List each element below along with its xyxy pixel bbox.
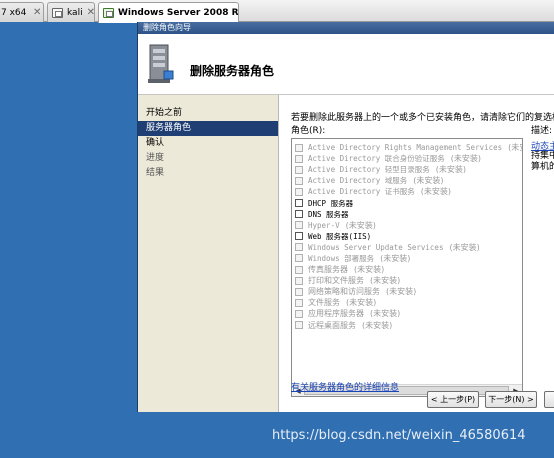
role-item[interactable]: Web 服务器(IIS) <box>292 231 522 242</box>
role-status: (未安装) <box>508 143 522 153</box>
role-checkbox <box>295 221 303 230</box>
vm-tab-icon <box>52 7 63 18</box>
role-item[interactable]: DNS 服务器 <box>292 209 522 220</box>
role-checkbox[interactable] <box>295 210 303 219</box>
role-status: (未安装) <box>413 176 444 186</box>
vm-tab-bar: 7 x64 ✕ kali ✕ Windows Server 2008 R2 ..… <box>0 0 554 23</box>
page-title: 删除服务器角色 <box>190 64 275 78</box>
role-label: Active Directory 证书服务 <box>308 187 415 197</box>
wizard-header: 删除服务器角色 <box>138 34 554 95</box>
step-progress: 进度 <box>146 153 165 163</box>
window-title: 删除角色向导 <box>138 22 554 34</box>
tab-label: Windows Server 2008 R2 ... <box>118 8 239 18</box>
tab-kali[interactable]: kali ✕ <box>47 2 95 22</box>
role-status: (未安装) <box>346 298 377 308</box>
description-text: 持集中 算机的 <box>531 151 554 172</box>
role-label: Active Directory Rights Management Servi… <box>308 143 503 153</box>
server-icon <box>148 44 174 83</box>
role-checkbox[interactable] <box>295 232 303 241</box>
role-checkbox <box>295 143 303 152</box>
role-checkbox <box>295 309 303 318</box>
role-item: Active Directory 域服务 (未安装) <box>292 175 522 186</box>
wizard-content: 若要删除此服务器上的一个或多个已安装角色，请清除它们的复选框。 角色(R): 描… <box>278 95 554 412</box>
close-icon[interactable]: ✕ <box>29 7 41 18</box>
step-confirmation[interactable]: 确认 <box>138 136 278 151</box>
tab-label: 7 x64 <box>1 7 27 18</box>
role-label: Active Directory 域服务 <box>308 176 408 186</box>
role-item: Active Directory 联合身份验证服务 (未安装) <box>292 153 522 164</box>
role-item[interactable]: DHCP 服务器 <box>292 197 522 208</box>
role-status: (未安装) <box>386 287 417 297</box>
role-item: 网络策略和访问服务 (未安装) <box>292 286 522 297</box>
role-item: Active Directory 轻型目录服务 (未安装) <box>292 164 522 175</box>
role-label: Windows 部署服务 <box>308 253 375 263</box>
cut-off-button[interactable] <box>544 391 554 408</box>
wizard-steps: 开始之前 服务器角色 确认 进度 结果 <box>138 95 278 412</box>
role-label: DNS 服务器 <box>308 209 349 219</box>
role-item: 文件服务 (未安装) <box>292 297 522 308</box>
role-item: 远程桌面服务 (未安装) <box>292 320 522 331</box>
role-item: Hyper-V (未安装) <box>292 220 522 231</box>
roles-list: Active Directory Rights Management Servi… <box>292 139 522 384</box>
role-status: (未安装) <box>380 253 411 263</box>
role-item: Windows Server Update Services (未安装) <box>292 242 522 253</box>
role-status: (未安装) <box>449 242 480 252</box>
role-label: DHCP 服务器 <box>308 198 354 208</box>
role-status: (未安装) <box>345 220 376 230</box>
role-checkbox <box>295 165 303 174</box>
role-label: Windows Server Update Services <box>308 242 444 252</box>
step-before-you-begin[interactable]: 开始之前 <box>138 106 278 121</box>
role-label: Active Directory 联合身份验证服务 <box>308 154 445 164</box>
role-label: 应用程序服务器 <box>308 309 364 319</box>
role-checkbox[interactable] <box>295 199 303 208</box>
role-checkbox <box>295 176 303 185</box>
instruction-text: 若要删除此服务器上的一个或多个已安装角色，请清除它们的复选框。 <box>291 113 554 123</box>
role-status: (未安装) <box>354 265 385 275</box>
role-label: 文件服务 <box>308 298 340 308</box>
vm-running-icon <box>103 8 114 18</box>
watermark: https://blog.csdn.net/weixin_46580614 <box>272 428 526 443</box>
role-checkbox <box>295 254 303 263</box>
role-status: (未安装) <box>362 320 393 330</box>
description-label: 描述: <box>531 126 553 136</box>
role-status: (未安装) <box>370 309 401 319</box>
button-bar: < 上一步(P) 下一步(N) > <box>279 391 554 412</box>
close-icon[interactable]: ✕ <box>83 7 94 18</box>
role-checkbox <box>295 154 303 163</box>
role-status: (未安装) <box>435 165 467 175</box>
role-label: Hyper-V <box>308 220 340 230</box>
role-label: 传真服务器 <box>308 265 348 275</box>
role-checkbox <box>295 276 303 285</box>
role-item: Active Directory Rights Management Servi… <box>292 142 522 153</box>
role-label: 网络策略和访问服务 <box>308 287 380 297</box>
role-label: 打印和文件服务 <box>308 276 364 286</box>
role-label: Active Directory 轻型目录服务 <box>308 165 430 175</box>
tab-label: kali <box>67 7 83 18</box>
role-item: 传真服务器 (未安装) <box>292 264 522 275</box>
role-checkbox <box>295 287 303 296</box>
step-server-roles[interactable]: 服务器角色 <box>138 121 278 136</box>
role-label: 远程桌面服务 <box>308 320 356 330</box>
tab-7-x64[interactable]: 7 x64 ✕ <box>0 2 44 22</box>
role-item: 打印和文件服务 (未安装) <box>292 275 522 286</box>
step-results: 结果 <box>146 168 165 178</box>
role-item: Active Directory 证书服务 (未安装) <box>292 186 522 197</box>
role-item: 应用程序服务器 (未安装) <box>292 308 522 319</box>
role-checkbox <box>295 265 303 274</box>
role-item: Windows 部署服务 (未安装) <box>292 253 522 264</box>
role-checkbox <box>295 187 303 196</box>
next-button[interactable]: 下一步(N) > <box>485 391 537 408</box>
roles-label: 角色(R): <box>291 126 326 136</box>
role-status: (未安装) <box>420 187 452 197</box>
previous-button[interactable]: < 上一步(P) <box>427 391 479 408</box>
role-checkbox <box>295 321 303 330</box>
tab-windows-server-2008[interactable]: Windows Server 2008 R2 ... ✕ <box>98 2 239 23</box>
role-status: (未安装) <box>370 276 401 286</box>
role-status: (未安装) <box>450 154 482 164</box>
role-checkbox <box>295 298 303 307</box>
roles-listbox[interactable]: Active Directory Rights Management Servi… <box>291 138 523 397</box>
role-checkbox <box>295 243 303 252</box>
role-label: Web 服务器(IIS) <box>308 231 372 241</box>
remove-roles-wizard: 删除角色向导 删除服务器角色 开始之前 服务器角色 确认 进度 结果 若要删除此… <box>137 22 554 412</box>
